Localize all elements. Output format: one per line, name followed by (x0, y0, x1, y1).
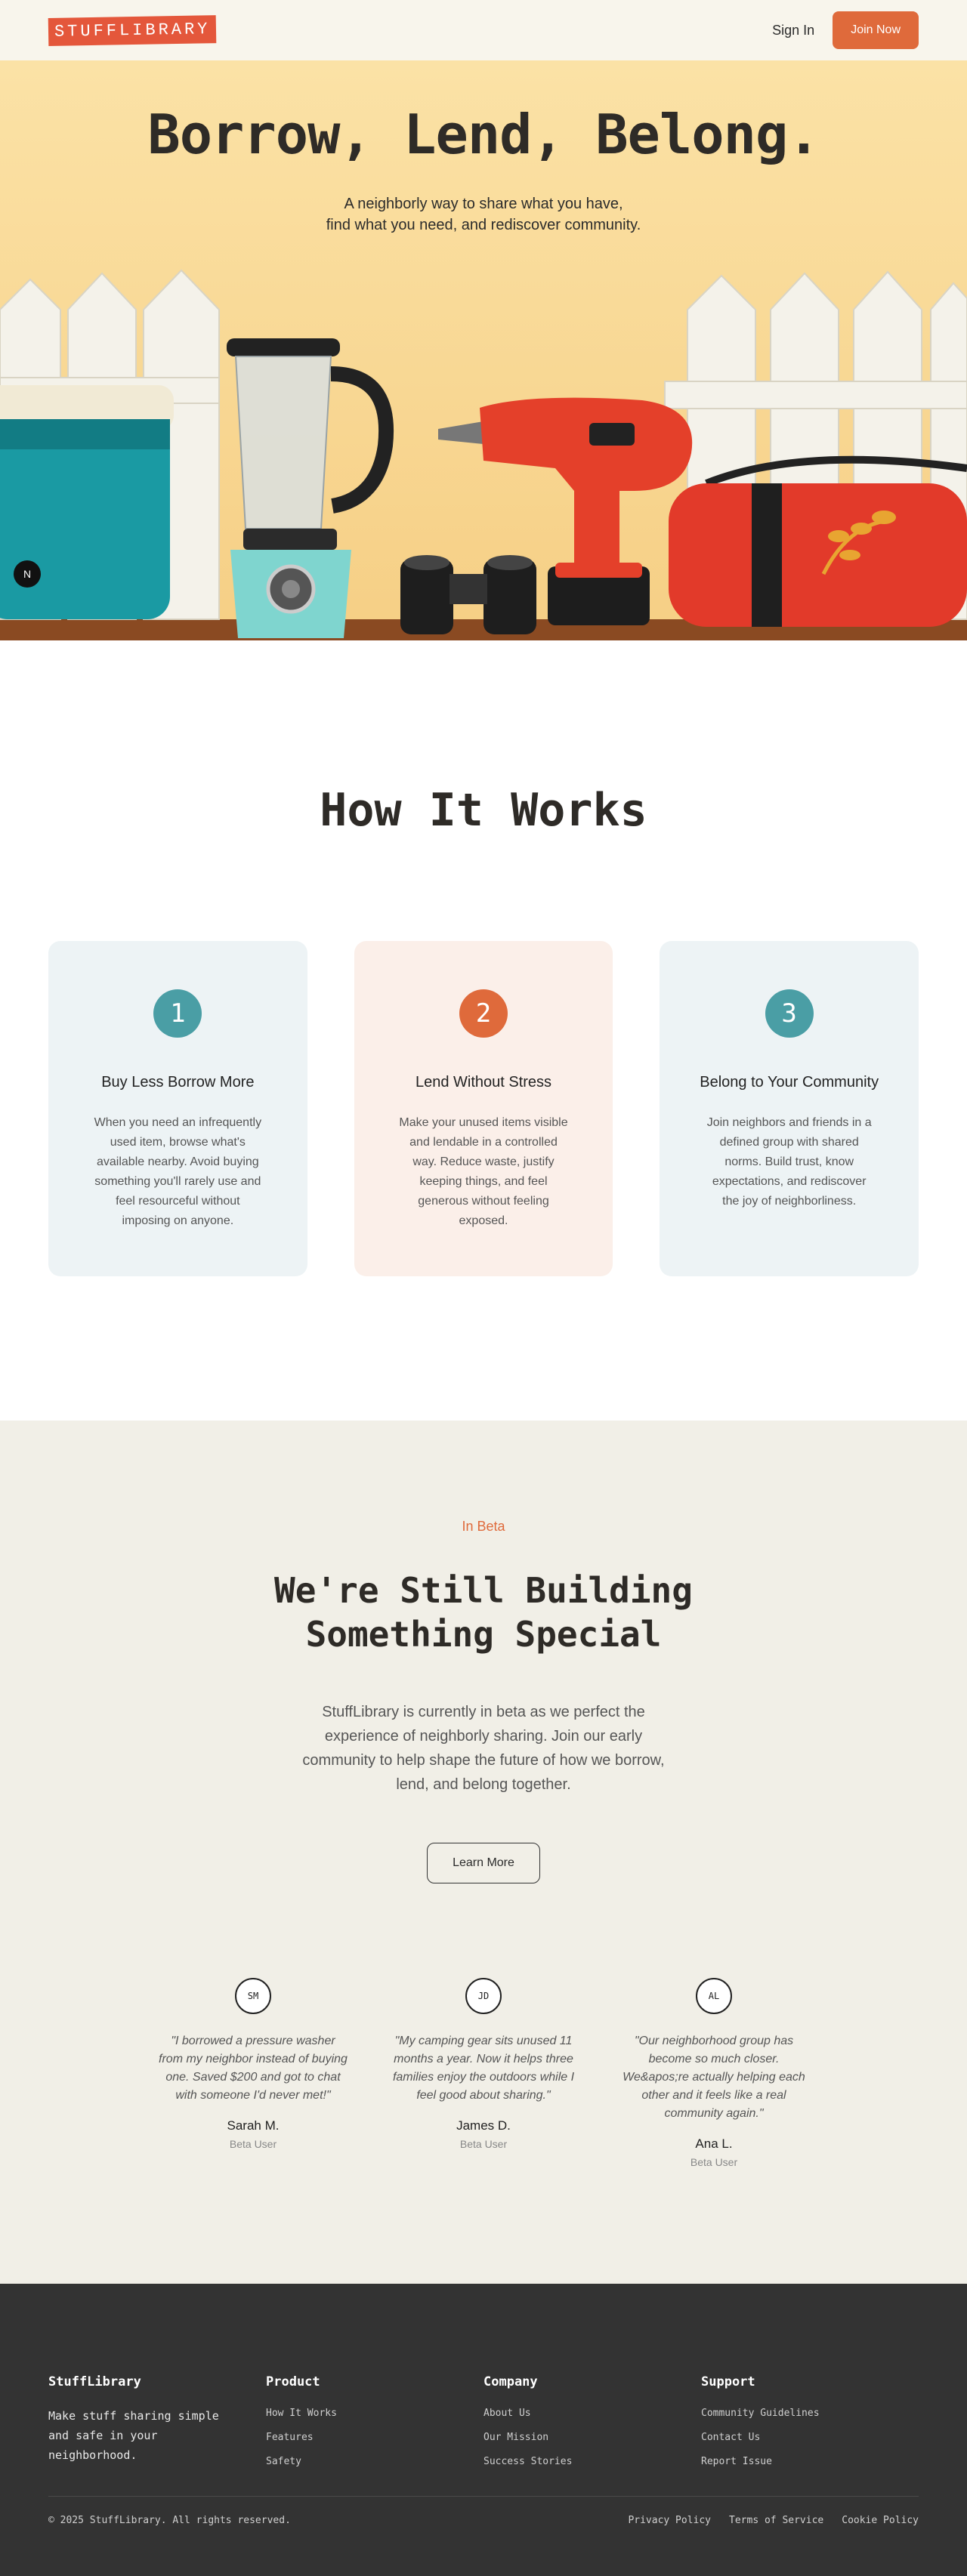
hero-subtitle: A neighborly way to share what you have,… (0, 193, 967, 236)
learn-more-button[interactable]: Learn More (427, 1843, 540, 1883)
copyright: © 2025 StuffLibrary. All rights reserved… (48, 2515, 291, 2526)
step-number-badge: 1 (153, 989, 202, 1038)
footer-columns: StuffLibrary Make stuff sharing simple a… (48, 2374, 919, 2479)
footer-link-how-it-works[interactable]: How It Works (266, 2406, 484, 2430)
beta-section: In Beta We're Still Building Something S… (0, 1421, 967, 2284)
avatar: JD (465, 1978, 502, 2014)
testimonial: AL "Our neighborhood group has become so… (619, 1978, 808, 2168)
step-title: Belong to Your Community (700, 1074, 879, 1091)
terms-of-service-link[interactable]: Terms of Service (729, 2515, 823, 2526)
testimonial-role: Beta User (459, 2138, 508, 2150)
step-number-badge: 3 (765, 989, 814, 1038)
footer-link-safety[interactable]: Safety (266, 2454, 484, 2479)
beta-tag: In Beta (462, 1519, 505, 1534)
footer-support-column: Support Community Guidelines Contact Us … (701, 2374, 919, 2479)
footer-heading: Support (701, 2374, 755, 2389)
footer-link-success-stories[interactable]: Success Stories (484, 2454, 701, 2479)
testimonial: JD "My camping gear sits unused 11 month… (389, 1978, 578, 2168)
footer-link-our-mission[interactable]: Our Mission (484, 2430, 701, 2454)
testimonial-quote: "My camping gear sits unused 11 months a… (392, 2035, 575, 2102)
header-actions: Sign In Join Now (772, 11, 919, 49)
footer-link-contact-us[interactable]: Contact Us (701, 2430, 919, 2454)
steps-cards: 1 Buy Less Borrow More When you need an … (48, 941, 919, 1276)
duffel-bag (669, 455, 967, 627)
footer-company-column: Company About Us Our Mission Success Sto… (484, 2374, 701, 2479)
testimonial-name: Ana L. (695, 2136, 733, 2151)
testimonial-quote: "I borrowed a pressure washer from my ne… (159, 2035, 348, 2102)
testimonials: SM "I borrowed a pressure washer from my… (159, 1978, 808, 2168)
privacy-policy-link[interactable]: Privacy Policy (628, 2515, 711, 2526)
floating-n-badge[interactable]: N (14, 560, 41, 588)
hero-subtitle-line-2: find what you need, and rediscover commu… (326, 217, 641, 233)
footer-link-features[interactable]: Features (266, 2430, 484, 2454)
join-now-button[interactable]: Join Now (833, 11, 919, 49)
step-card: 3 Belong to Your Community Join neighbor… (660, 941, 919, 1276)
step-number-badge: 2 (459, 989, 508, 1038)
hero-section: Borrow, Lend, Belong. A neighborly way t… (0, 60, 967, 640)
hero-illustration (0, 269, 967, 640)
step-title: Lend Without Stress (415, 1074, 552, 1091)
hero-title: Borrow, Lend, Belong. (147, 103, 820, 166)
testimonial-role: Beta User (229, 2138, 277, 2150)
footer-brand: StuffLibrary (48, 2374, 141, 2389)
step-description: Join neighbors and friends in a defined … (706, 1116, 872, 1208)
footer-brand-column: StuffLibrary Make stuff sharing simple a… (48, 2374, 266, 2479)
footer-divider (48, 2496, 919, 2497)
legal-links: Privacy Policy Terms of Service Cookie P… (628, 2515, 919, 2526)
logo[interactable]: STUFFLIBRARY (48, 14, 217, 46)
footer-heading: Company (484, 2374, 538, 2389)
testimonial-role: Beta User (690, 2156, 738, 2168)
testimonial-name: James D. (456, 2118, 511, 2133)
testimonial-name: Sarah M. (227, 2118, 280, 2133)
step-description: When you need an infrequently used item,… (94, 1116, 262, 1227)
footer-product-column: Product How It Works Features Safety (266, 2374, 484, 2479)
step-card: 1 Buy Less Borrow More When you need an … (48, 941, 307, 1276)
cookie-policy-link[interactable]: Cookie Policy (842, 2515, 919, 2526)
site-header: STUFFLIBRARY Sign In Join Now (0, 0, 967, 60)
footer-link-about-us[interactable]: About Us (484, 2406, 701, 2430)
footer-heading: Product (266, 2374, 320, 2389)
beta-title: We're Still Building Something Special (274, 1570, 693, 1655)
blender (227, 338, 394, 638)
footer-bottom: © 2025 StuffLibrary. All rights reserved… (48, 2515, 919, 2526)
beta-description: StuffLibrary is currently in beta as we … (302, 1704, 665, 1793)
avatar: AL (696, 1978, 732, 2014)
hero-subtitle-line-1: A neighborly way to share what you have, (344, 196, 623, 212)
step-card: 2 Lend Without Stress Make your unused i… (354, 941, 613, 1276)
step-title: Buy Less Borrow More (101, 1074, 255, 1091)
how-it-works-section: How It Works 1 Buy Less Borrow More When… (0, 640, 967, 1421)
footer-link-report-issue[interactable]: Report Issue (701, 2454, 919, 2479)
avatar: SM (235, 1978, 271, 2014)
footer-link-community-guidelines[interactable]: Community Guidelines (701, 2406, 919, 2430)
testimonial: SM "I borrowed a pressure washer from my… (159, 1978, 348, 2168)
footer-tagline: Make stuff sharing simple and safe in yo… (48, 2409, 219, 2462)
how-it-works-title: How It Works (320, 784, 647, 837)
sign-in-link[interactable]: Sign In (772, 23, 814, 39)
step-description: Make your unused items visible and lenda… (399, 1116, 568, 1227)
testimonial-quote: "Our neighborhood group has become so mu… (623, 2035, 805, 2120)
site-footer: StuffLibrary Make stuff sharing simple a… (0, 2284, 967, 2576)
